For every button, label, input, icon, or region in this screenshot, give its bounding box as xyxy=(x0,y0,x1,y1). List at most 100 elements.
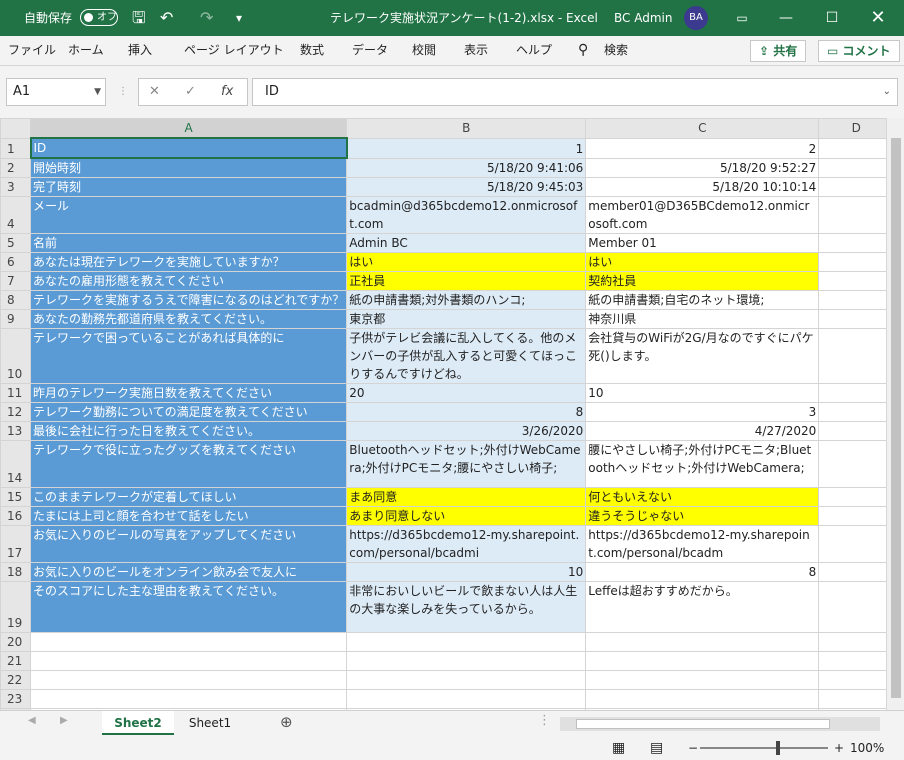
cell-b[interactable] xyxy=(346,689,587,709)
function-icon[interactable]: fx xyxy=(221,79,233,105)
cell-a[interactable]: 名前 xyxy=(29,233,348,253)
cell-a[interactable]: 開始時刻 xyxy=(29,157,348,178)
cell-c[interactable]: 10 xyxy=(585,383,820,403)
tab-view[interactable]: 表示 xyxy=(464,36,488,66)
row-header[interactable]: 19 xyxy=(0,581,31,633)
cell-a[interactable]: テレワークで困っていることがあれば具体的に xyxy=(29,328,348,384)
cell-b[interactable]: 5/18/20 9:45:03 xyxy=(346,177,587,197)
cell-d[interactable] xyxy=(818,157,895,178)
row-header[interactable]: 2 xyxy=(0,157,31,178)
zoom-slider[interactable] xyxy=(700,741,828,755)
page-layout-view-icon[interactable]: ▤ xyxy=(650,736,663,760)
cell-a[interactable] xyxy=(29,670,348,690)
cell-d[interactable] xyxy=(818,670,895,690)
tab-file[interactable]: ファイル xyxy=(8,36,56,66)
row-header[interactable]: 9 xyxy=(0,309,31,329)
cell-c[interactable]: 違うそうじゃない xyxy=(585,506,820,526)
cell-a[interactable]: テレワークで役に立ったグッズを教えてください xyxy=(29,440,348,488)
tab-help[interactable]: ヘルプ xyxy=(516,36,552,66)
cell-b[interactable]: 5/18/20 9:41:06 xyxy=(346,157,587,178)
column-header[interactable]: B xyxy=(346,118,587,139)
cell-c[interactable]: https://d365bcdemo12-my.sharepoint.com/p… xyxy=(585,525,820,563)
row-header[interactable]: 7 xyxy=(0,271,31,291)
minimize-icon[interactable]: — xyxy=(766,0,806,36)
cell-b[interactable]: 東京都 xyxy=(346,309,587,329)
tab-scroll-right-icon[interactable]: ▶ xyxy=(60,715,68,726)
cell-a[interactable] xyxy=(29,689,348,709)
row-header[interactable]: 21 xyxy=(0,651,31,671)
zoom-in-icon[interactable]: + xyxy=(834,736,844,760)
cell-a[interactable]: ID xyxy=(29,137,348,159)
cell-a[interactable]: 昨月のテレワーク実施日数を教えてください xyxy=(29,383,348,403)
zoom-out-icon[interactable]: − xyxy=(688,736,698,760)
share-button[interactable]: ⇪ 共有 xyxy=(750,40,807,62)
enter-icon[interactable]: ✓ xyxy=(185,79,196,105)
horizontal-scrollbar[interactable] xyxy=(560,717,880,731)
cell-b[interactable] xyxy=(346,651,587,671)
search-label[interactable]: 検索 xyxy=(604,36,628,66)
cell-a[interactable]: お気に入りのビールをオンライン飲み会で友人に xyxy=(29,562,348,582)
cell-b[interactable] xyxy=(346,632,587,652)
row-header[interactable]: 18 xyxy=(0,562,31,582)
cell-d[interactable] xyxy=(818,421,895,441)
tab-sheet2[interactable]: Sheet2 xyxy=(102,711,174,735)
cell-c[interactable] xyxy=(585,632,820,652)
cell-c[interactable]: member01@D365BCdemo12.onmicrosoft.com xyxy=(585,196,820,234)
row-header[interactable]: 23 xyxy=(0,689,31,709)
comment-button[interactable]: ▭ コメント xyxy=(818,40,900,62)
cell-a[interactable]: 完了時刻 xyxy=(29,177,348,197)
ribbon-display-icon[interactable]: ▭ xyxy=(722,0,762,36)
cell-a[interactable]: あなたの雇用形態を教えてください xyxy=(29,271,348,291)
tab-formulas[interactable]: 数式 xyxy=(300,36,324,66)
cell-d[interactable] xyxy=(818,487,895,507)
cell-b[interactable]: Admin BC xyxy=(346,233,587,253)
cell-a[interactable]: このままテレワークが定着してほしい xyxy=(29,487,348,507)
chevron-down-icon[interactable]: ▼ xyxy=(94,79,101,105)
cell-b[interactable]: 1 xyxy=(346,137,587,159)
add-sheet-icon[interactable]: ⊕ xyxy=(280,713,293,731)
row-header[interactable]: 4 xyxy=(0,196,31,234)
cell-d[interactable] xyxy=(818,196,895,234)
cell-d[interactable] xyxy=(818,562,895,582)
cell-a[interactable]: あなたの勤務先都道府県を教えてください。 xyxy=(29,309,348,329)
cell-b[interactable]: 紙の申請書類;対外書類のハンコ; xyxy=(346,290,587,310)
column-header[interactable]: D xyxy=(818,118,895,139)
user-name[interactable]: BC Admin xyxy=(614,0,672,36)
cell-a[interactable] xyxy=(29,632,348,652)
cell-c[interactable]: Leffeは超おすすめだから。 xyxy=(585,581,820,633)
search-icon[interactable]: ⚲ xyxy=(578,36,588,66)
cell-b[interactable]: 8 xyxy=(346,402,587,422)
normal-view-icon[interactable]: ▦ xyxy=(612,736,625,760)
cell-a[interactable]: お気に入りのビールの写真をアップしてください xyxy=(29,525,348,563)
row-header[interactable]: 13 xyxy=(0,421,31,441)
cell-c[interactable]: Member 01 xyxy=(585,233,820,253)
formula-input[interactable]: ID ⌄ xyxy=(252,78,898,106)
zoom-level[interactable]: 100% xyxy=(850,736,884,760)
spreadsheet-grid[interactable]: A B C D 1 ID 1 2 2 開始時刻 5/18/20 9:41:06 5/18/20… xyxy=(0,118,904,710)
cell-d[interactable] xyxy=(818,689,895,709)
cell-c[interactable]: 会社貸与のWiFiが2G/月なのですぐにパケ死()します。 xyxy=(585,328,820,384)
cell-d[interactable] xyxy=(818,271,895,291)
cell-b[interactable]: 3/26/2020 xyxy=(346,421,587,441)
cell-d[interactable] xyxy=(818,506,895,526)
cell-b[interactable]: bcadmin@d365bcdemo12.onmicrosoft.com xyxy=(346,196,587,234)
cell-c[interactable] xyxy=(585,689,820,709)
tab-scroll-left-icon[interactable]: ◀ xyxy=(28,715,36,726)
cell-d[interactable] xyxy=(818,651,895,671)
tab-insert[interactable]: 挿入 xyxy=(128,36,152,66)
cell-b[interactable]: 10 xyxy=(346,562,587,582)
cell-d[interactable] xyxy=(818,383,895,403)
tab-home[interactable]: ホーム xyxy=(68,36,104,66)
select-all-corner[interactable] xyxy=(0,118,31,139)
autosave-toggle[interactable]: オフ xyxy=(80,9,118,26)
row-header[interactable]: 8 xyxy=(0,290,31,310)
cell-c[interactable]: 2 xyxy=(585,137,820,159)
avatar[interactable]: BA xyxy=(684,6,708,30)
cell-a[interactable]: そのスコアにした主な理由を教えてください。 xyxy=(29,581,348,633)
cell-d[interactable] xyxy=(818,177,895,197)
close-icon[interactable]: ✕ xyxy=(858,0,898,36)
row-header[interactable]: 5 xyxy=(0,233,31,253)
cell-c[interactable]: はい xyxy=(585,252,820,272)
row-header[interactable]: 15 xyxy=(0,487,31,507)
tab-review[interactable]: 校閲 xyxy=(412,36,436,66)
